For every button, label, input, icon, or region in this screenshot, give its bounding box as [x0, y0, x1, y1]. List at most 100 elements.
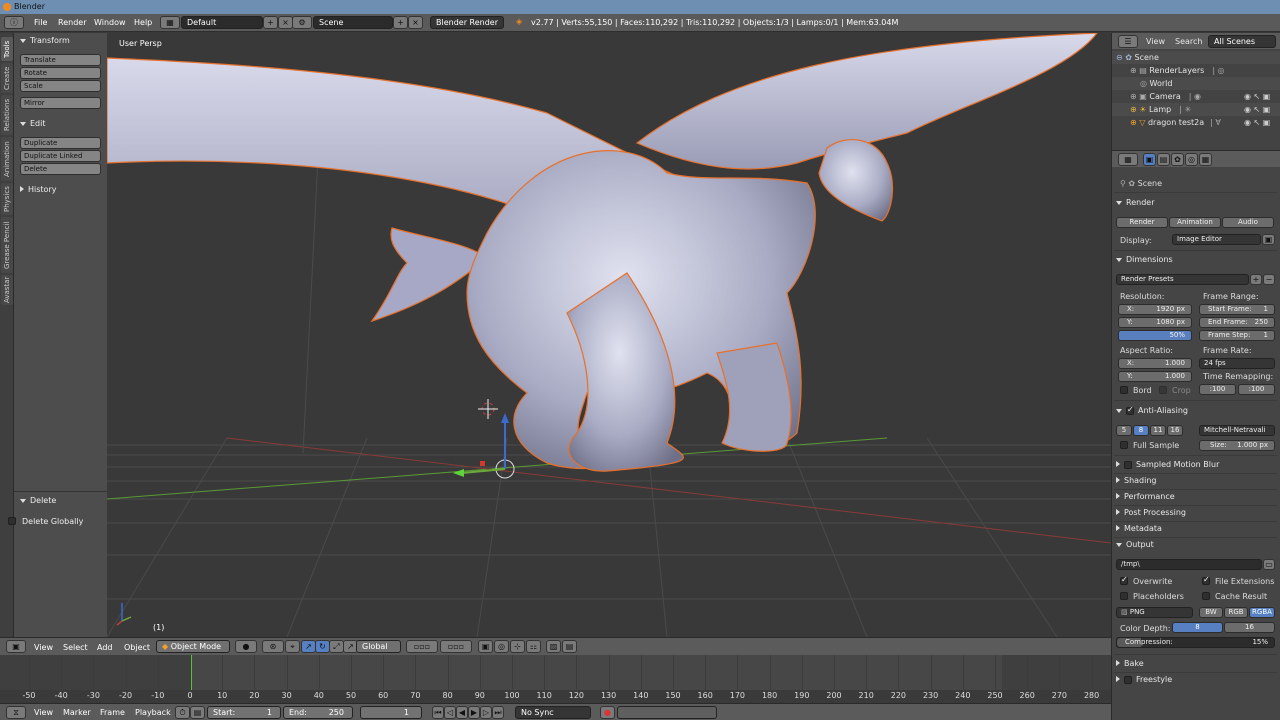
- preview-range-icon[interactable]: ⏱: [175, 706, 190, 719]
- placeholders-checkbox[interactable]: [1120, 592, 1128, 600]
- bake-panel-header[interactable]: Bake: [1116, 659, 1144, 668]
- menu-add[interactable]: Add: [97, 643, 113, 652]
- timeline-area[interactable]: -50 -40 -30 -20 -10 0 10 20 30 40 50 60 70 80 90 100 110…: [0, 655, 1111, 703]
- resolution-y-field[interactable]: Y: 1080 px: [1118, 317, 1192, 328]
- tab-create[interactable]: Create: [1, 63, 13, 93]
- folder-icon[interactable]: ▭: [1263, 559, 1275, 570]
- menu-file[interactable]: File: [34, 18, 47, 27]
- object-tab-icon[interactable]: ▦: [1199, 153, 1212, 166]
- duplicate-linked-button[interactable]: Duplicate Linked: [20, 150, 101, 162]
- metadata-panel-header[interactable]: Metadata: [1116, 524, 1162, 533]
- snap-target-icon[interactable]: ⚏: [526, 640, 541, 653]
- performance-panel-header[interactable]: Performance: [1116, 492, 1175, 501]
- aspect-y-field[interactable]: Y: 1.000: [1118, 371, 1192, 382]
- timeline-menu-playback[interactable]: Playback: [135, 708, 171, 717]
- menu-help[interactable]: Help: [134, 18, 152, 27]
- render-presets-selector[interactable]: Render Presets: [1116, 274, 1249, 285]
- menu-render[interactable]: Render: [58, 18, 86, 27]
- file-format-selector[interactable]: ▨ PNG: [1116, 607, 1193, 618]
- world-tab-icon[interactable]: ◎: [1185, 153, 1198, 166]
- menu-object[interactable]: Object: [124, 643, 150, 652]
- outliner-row-renderlayers[interactable]: ⊕ ▤ RenderLayers | ◎: [1112, 64, 1280, 77]
- jump-end-icon[interactable]: ⏭: [492, 706, 504, 719]
- compression-slider[interactable]: Compression: 15%: [1116, 637, 1275, 648]
- scene-selector[interactable]: Scene: [313, 16, 393, 29]
- scene-icon[interactable]: ⚙: [292, 16, 312, 29]
- border-checkbox[interactable]: [1120, 386, 1128, 394]
- aa-filter-selector[interactable]: Mitchell-Netravali: [1199, 425, 1275, 436]
- outliner-display-mode[interactable]: All Scenes: [1208, 35, 1276, 48]
- manipulator-toggle-icon[interactable]: ⌖: [285, 640, 300, 653]
- operator-panel-header[interactable]: Delete: [20, 496, 56, 505]
- render-tab-icon[interactable]: ▣: [1143, 153, 1156, 166]
- outliner-menu-search[interactable]: Search: [1175, 37, 1202, 46]
- resolution-percentage-field[interactable]: 50%: [1118, 330, 1192, 341]
- tab-grease-pencil[interactable]: Grease Pencil: [1, 217, 13, 273]
- end-frame-field[interactable]: End Frame: 250: [1199, 317, 1275, 328]
- file-extensions-checkbox[interactable]: [1202, 575, 1210, 585]
- jump-next-key-icon[interactable]: ▷: [480, 706, 492, 719]
- layout-icon[interactable]: ▦: [160, 16, 180, 29]
- display-lock-icon[interactable]: ▣: [1262, 234, 1275, 245]
- pivot-icon[interactable]: ⊛: [262, 640, 284, 653]
- start-frame-field[interactable]: Start: 1: [207, 706, 281, 719]
- timeline-menu-frame[interactable]: Frame: [100, 708, 125, 717]
- menu-window[interactable]: Window: [94, 18, 126, 27]
- keying-set-field[interactable]: [617, 706, 717, 719]
- current-frame-field[interactable]: 1: [360, 706, 422, 719]
- add-scene-icon[interactable]: +: [393, 16, 408, 29]
- overwrite-checkbox[interactable]: [1120, 575, 1128, 585]
- outliner-editor-icon[interactable]: ☰: [1118, 35, 1138, 48]
- tab-physics[interactable]: Physics: [1, 183, 13, 215]
- rotate-button[interactable]: Rotate: [20, 67, 101, 79]
- editor-type-icon[interactable]: ⓘ: [4, 16, 24, 29]
- remove-preset-icon[interactable]: −: [1263, 274, 1275, 285]
- color-mode-rgb[interactable]: RGB: [1224, 607, 1248, 618]
- dimensions-panel-header[interactable]: Dimensions: [1116, 255, 1173, 264]
- filter-size-field[interactable]: Size: 1.000 px: [1199, 440, 1275, 451]
- fps-selector[interactable]: 24 fps: [1199, 358, 1275, 369]
- aspect-x-field[interactable]: X: 1.000: [1118, 358, 1192, 369]
- start-frame-field[interactable]: Start Frame: 1: [1199, 304, 1275, 315]
- play-icon[interactable]: ▶: [468, 706, 480, 719]
- render-panel-header[interactable]: Render: [1116, 198, 1154, 207]
- outliner-row-dragon[interactable]: ⊕ ▽ dragon test2a | ∀ ◉ ↖ ▣: [1112, 116, 1280, 129]
- delete-button[interactable]: Delete: [20, 163, 101, 175]
- jump-start-icon[interactable]: ⏮: [432, 706, 444, 719]
- tab-relations[interactable]: Relations: [1, 95, 13, 135]
- color-depth-8[interactable]: 8: [1172, 622, 1223, 633]
- play-reverse-icon[interactable]: ◀: [456, 706, 468, 719]
- rotate-manipulator-icon[interactable]: ↻: [315, 640, 330, 653]
- 3d-view-editor-icon[interactable]: ▣: [6, 640, 26, 653]
- range-lock-icon[interactable]: ▤: [190, 706, 205, 719]
- lock-layer-icon[interactable]: ▣: [478, 640, 493, 653]
- timeline-menu-marker[interactable]: Marker: [63, 708, 91, 717]
- frame-step-field[interactable]: Frame Step: 1: [1199, 330, 1275, 341]
- sync-selector[interactable]: No Sync: [515, 706, 591, 719]
- crop-checkbox[interactable]: [1159, 386, 1167, 394]
- display-selector[interactable]: Image Editor: [1172, 234, 1261, 245]
- snap-icon[interactable]: ⊹: [510, 640, 525, 653]
- edit-panel-header[interactable]: Edit: [20, 119, 46, 128]
- duplicate-button[interactable]: Duplicate: [20, 137, 101, 149]
- color-mode-bw[interactable]: BW: [1199, 607, 1223, 618]
- mode-selector[interactable]: ◆ Object Mode: [156, 640, 230, 653]
- outliner-row-lamp[interactable]: ⊕ ☀ Lamp | ✳ ◉ ↖ ▣: [1112, 103, 1280, 116]
- camera-preview-icon[interactable]: ▤: [562, 640, 577, 653]
- transform-panel-header[interactable]: Transform: [20, 36, 70, 45]
- render-preview-icon[interactable]: ▨: [546, 640, 561, 653]
- translate-button[interactable]: Translate: [20, 54, 101, 66]
- shading-panel-header[interactable]: Shading: [1116, 476, 1157, 485]
- render-button[interactable]: Render: [1116, 217, 1168, 228]
- aa-samples-11[interactable]: 11: [1150, 425, 1166, 436]
- outliner-row-camera[interactable]: ⊕ ▣ Camera | ◉ ◉ ↖ ▣: [1112, 90, 1280, 103]
- timeline-menu-view[interactable]: View: [34, 708, 53, 717]
- end-frame-field[interactable]: End: 250: [283, 706, 353, 719]
- outliner-row-world[interactable]: ◎ World: [1112, 77, 1280, 90]
- add-layout-icon[interactable]: +: [263, 16, 278, 29]
- post-processing-panel-header[interactable]: Post Processing: [1116, 508, 1186, 517]
- aa-samples-5[interactable]: 5: [1116, 425, 1132, 436]
- cache-result-checkbox[interactable]: [1202, 592, 1210, 600]
- scale-manipulator-icon[interactable]: ⤢: [329, 640, 344, 653]
- 3d-viewport[interactable]: User Persp (1): [107, 33, 1111, 637]
